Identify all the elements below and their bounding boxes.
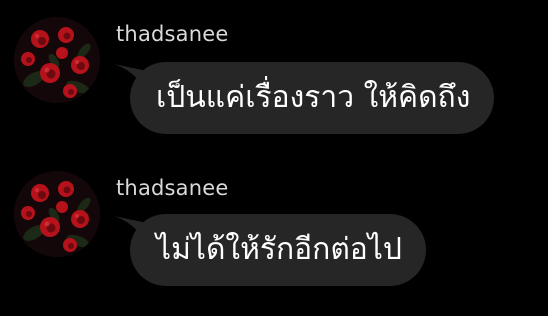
rose-avatar-icon bbox=[14, 17, 100, 103]
message-bubble[interactable]: ไม่ได้ให้รักอีกต่อไป bbox=[130, 214, 426, 286]
avatar[interactable] bbox=[14, 17, 100, 103]
sender-username[interactable]: thadsanee bbox=[116, 176, 229, 200]
message-bubble[interactable]: เป็นแค่เรื่องราว ให้คิดถึง bbox=[130, 62, 495, 134]
sender-username[interactable]: thadsanee bbox=[116, 22, 229, 46]
avatar[interactable] bbox=[14, 171, 100, 257]
rose-avatar-icon bbox=[14, 171, 100, 257]
